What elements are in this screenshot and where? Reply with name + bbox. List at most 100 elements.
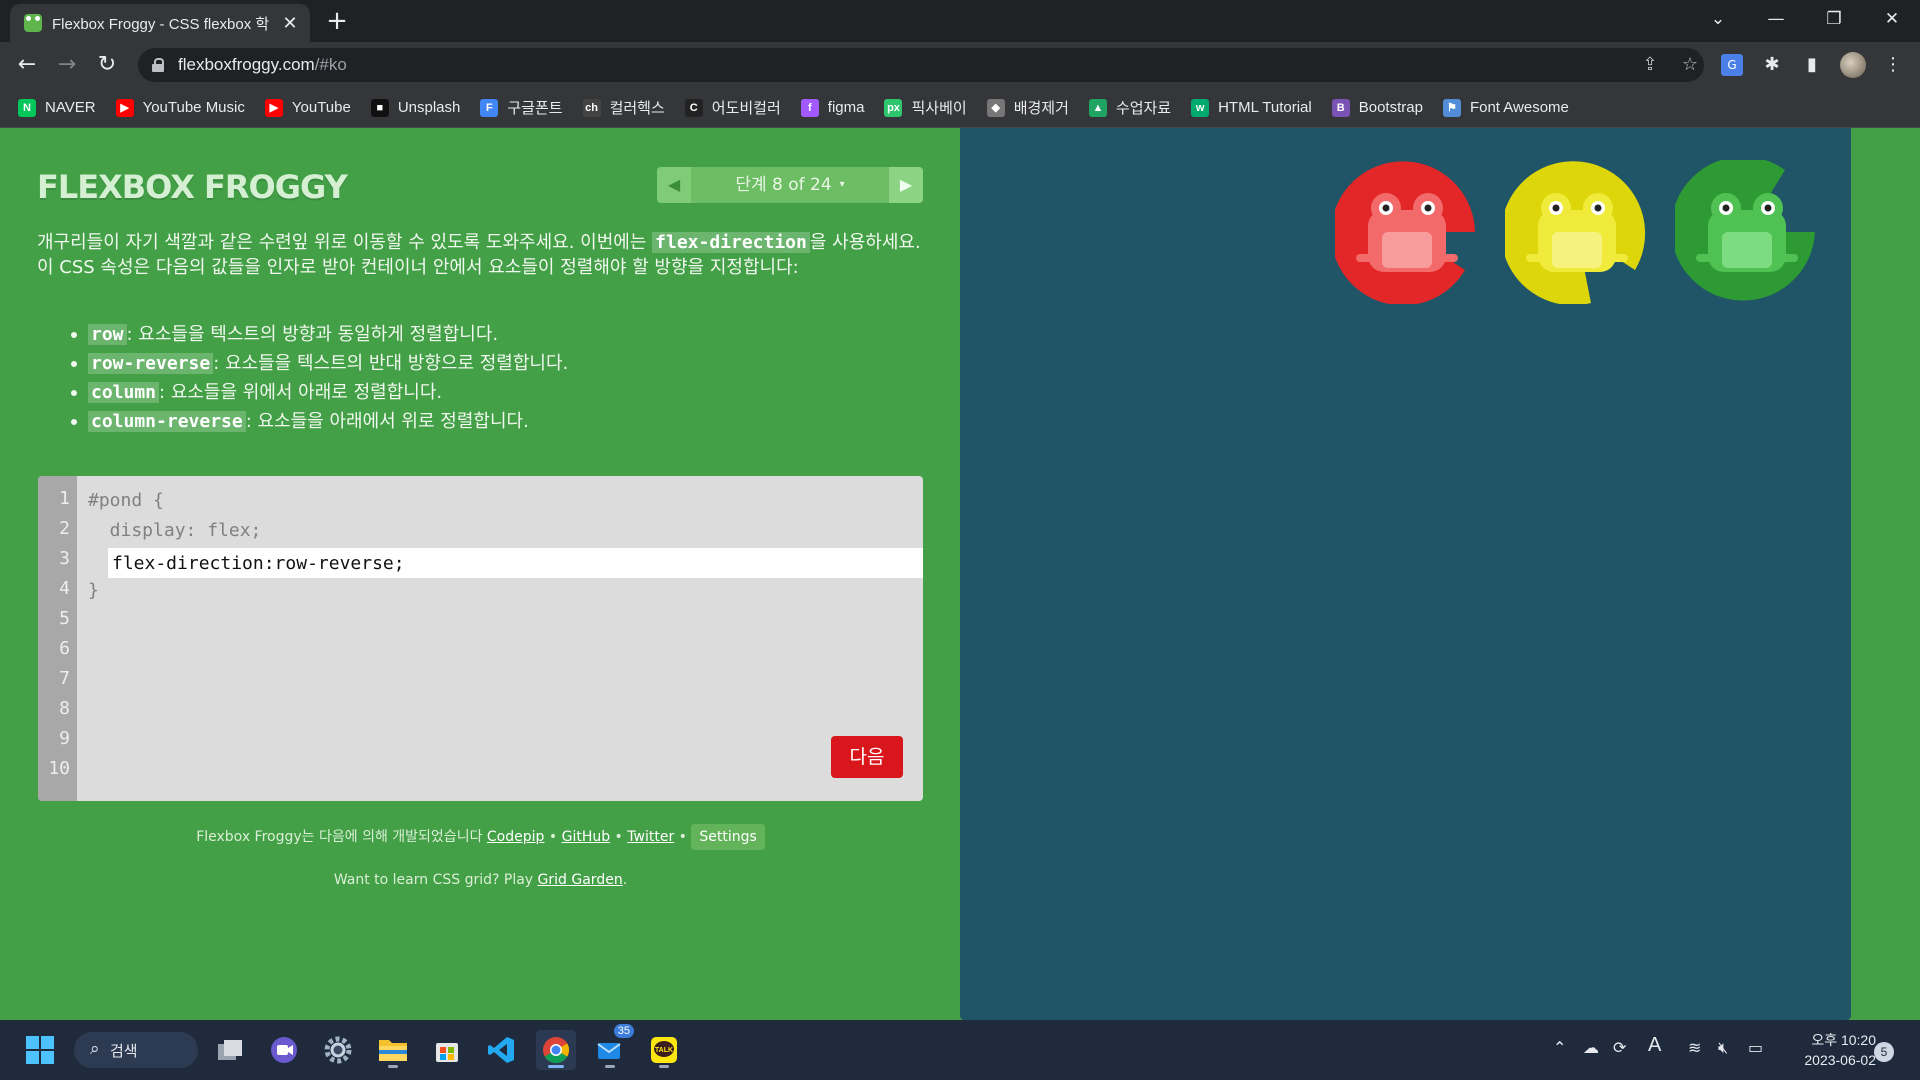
settings-button[interactable]: Settings xyxy=(691,824,765,850)
translate-icon[interactable]: G xyxy=(1721,54,1743,76)
bookmark-item[interactable]: ▶ YouTube xyxy=(264,98,351,117)
grid-garden-link[interactable]: Grid Garden xyxy=(538,872,623,888)
address-bar[interactable]: flexboxfroggy.com/#ko ⇪ ☆ xyxy=(138,48,1704,82)
menu-icon[interactable]: ⋮ xyxy=(1882,54,1904,76)
line-number: 5 xyxy=(59,608,70,629)
promo-suffix: . xyxy=(622,872,628,888)
lock-icon[interactable] xyxy=(152,58,164,72)
bookmark-favicon-icon: ◆ xyxy=(986,98,1005,117)
task-view-icon[interactable] xyxy=(210,1030,250,1070)
vscode-icon[interactable] xyxy=(481,1030,521,1070)
bookmark-label: 수업자료 xyxy=(1115,100,1172,117)
value-desc: : 요소들을 위에서 아래로 정렬합니다. xyxy=(159,382,443,403)
instructions-text-1: 개구리들이 자기 색깔과 같은 수련잎 위로 이동할 수 있도록 도와주세요. … xyxy=(37,232,653,253)
level-indicator[interactable]: 단계 8 of 24 ▾ xyxy=(691,167,889,203)
clock[interactable]: 오후 10:20 2023-06-02 xyxy=(1786,1030,1876,1070)
wifi-icon[interactable]: ≋ xyxy=(1688,1038,1701,1057)
bookmark-item[interactable]: ■ Unsplash xyxy=(370,98,460,117)
bookmark-favicon-icon: ▶ xyxy=(264,98,283,117)
bookmark-item[interactable]: C 어도비컬러 xyxy=(684,97,781,118)
code-line-display: display: flex; xyxy=(88,520,262,541)
close-window-icon[interactable]: ✕ xyxy=(1866,0,1918,38)
windows-start-icon[interactable] xyxy=(20,1030,60,1070)
store-icon[interactable] xyxy=(427,1030,467,1070)
bookmark-item[interactable]: ⚑ Font Awesome xyxy=(1442,98,1569,117)
bookmark-item[interactable]: ▲ 수업자료 xyxy=(1088,97,1172,118)
value-list: row: 요소들을 텍스트의 방향과 동일하게 정렬합니다. row-rever… xyxy=(71,320,908,436)
code-line-selector: #pond { xyxy=(88,490,164,511)
bookmark-label: NAVER xyxy=(45,99,96,116)
bookmark-item[interactable]: N NAVER xyxy=(18,98,96,117)
bookmark-favicon-icon: F xyxy=(480,98,499,117)
list-item: column-reverse: 요소들을 아래에서 위로 정렬합니다. xyxy=(71,407,908,436)
forward-icon[interactable]: → xyxy=(50,48,84,82)
onedrive-icon[interactable]: ☁ xyxy=(1583,1038,1599,1057)
tab-search-icon[interactable]: ⌄ xyxy=(1692,0,1744,38)
bookmark-favicon-icon: B xyxy=(1331,98,1350,117)
chat-icon[interactable] xyxy=(264,1030,304,1070)
star-icon[interactable]: ☆ xyxy=(1678,54,1702,75)
bookmark-item[interactable]: w HTML Tutorial xyxy=(1191,98,1312,117)
prev-level-button[interactable]: ◀ xyxy=(657,167,691,203)
minimize-icon[interactable]: — xyxy=(1750,0,1802,38)
bookmark-favicon-icon: w xyxy=(1191,98,1210,117)
tab-strip: Flexbox Froggy - CSS flexbox 학 ✕ + ⌄ — ❐… xyxy=(0,0,1920,42)
bookmark-label: Font Awesome xyxy=(1469,99,1569,116)
page-content: FLEXBOX FROGGY ◀ 단계 8 of 24 ▾ ▶ 개구리들이 자기 … xyxy=(0,128,1920,1020)
credits-text: Flexbox Froggy는 다음에 의해 개발되었습니다 xyxy=(196,829,487,845)
bookmark-item[interactable]: f figma xyxy=(800,98,864,117)
bookmark-favicon-icon: ch xyxy=(582,98,601,117)
tab-close-icon[interactable]: ✕ xyxy=(280,13,300,34)
bookmark-item[interactable]: px 픽사베이 xyxy=(884,97,967,118)
extensions-icon[interactable]: ✱ xyxy=(1761,54,1783,76)
reload-icon[interactable]: ↻ xyxy=(90,48,124,82)
grid-garden-promo: Want to learn CSS grid? Play Grid Garden… xyxy=(38,872,923,888)
value-code: row-reverse xyxy=(88,353,214,374)
back-icon[interactable]: ← xyxy=(10,48,44,82)
bookmark-item[interactable]: ▶ YouTube Music xyxy=(115,98,245,117)
bookmark-item[interactable]: ch 컬러헥스 xyxy=(582,97,665,118)
twitter-link[interactable]: Twitter xyxy=(627,829,674,845)
codepip-link[interactable]: Codepip xyxy=(487,829,545,845)
file-explorer-icon[interactable] xyxy=(373,1030,413,1070)
tray-overflow-icon[interactable]: ⌃ xyxy=(1553,1038,1566,1057)
bookmark-item[interactable]: F 구글폰트 xyxy=(480,97,563,118)
tab-flexbox-froggy[interactable]: Flexbox Froggy - CSS flexbox 학 ✕ xyxy=(10,4,310,42)
settings-icon[interactable] xyxy=(318,1030,358,1070)
restore-icon[interactable]: ❐ xyxy=(1808,0,1860,38)
sync-icon[interactable]: ⟳ xyxy=(1613,1038,1626,1057)
level-label: 단계 8 of 24 xyxy=(735,175,832,195)
css-answer-input[interactable] xyxy=(108,548,923,578)
bookmark-favicon-icon: C xyxy=(684,98,703,117)
mail-icon[interactable]: 35 xyxy=(590,1024,634,1070)
search-label: 검색 xyxy=(110,1041,138,1060)
browser-toolbar: ← → ↻ flexboxfroggy.com/#ko ⇪ ☆ G ✱ ▮ ⋮ xyxy=(0,42,1920,88)
volume-muted-icon[interactable]: 🔇︎ xyxy=(1718,1038,1728,1058)
bookmark-label: 어도비컬러 xyxy=(711,100,781,117)
bookmark-label: YouTube Music xyxy=(142,99,245,116)
ime-indicator[interactable]: A xyxy=(1648,1034,1661,1057)
kakaotalk-icon[interactable]: TALK xyxy=(644,1030,684,1070)
value-code: column-reverse xyxy=(88,411,246,432)
next-level-button[interactable]: ▶ xyxy=(889,167,923,203)
line-number: 3 xyxy=(59,548,70,569)
notification-badge[interactable]: 5 xyxy=(1874,1042,1894,1062)
battery-icon[interactable]: ▭ xyxy=(1748,1038,1763,1057)
keyword-flex-direction: flex-direction xyxy=(652,232,810,253)
bookmark-item[interactable]: B Bootstrap xyxy=(1331,98,1423,117)
new-tab-button[interactable]: + xyxy=(322,6,352,36)
url-host: flexboxfroggy.com xyxy=(178,55,315,74)
bookmark-label: 구글폰트 xyxy=(507,100,563,117)
sidepanel-icon[interactable]: ▮ xyxy=(1801,54,1823,76)
separator: • xyxy=(610,829,628,845)
taskbar-search[interactable]: ⌕ 검색 xyxy=(74,1032,198,1068)
frog-red xyxy=(1356,193,1458,272)
value-code: row xyxy=(88,324,127,345)
next-button[interactable]: 다음 xyxy=(831,736,903,778)
github-link[interactable]: GitHub xyxy=(562,829,611,845)
value-code: column xyxy=(88,382,160,403)
chrome-icon[interactable] xyxy=(536,1030,576,1070)
bookmark-item[interactable]: ◆ 배경제거 xyxy=(986,97,1069,118)
share-icon[interactable]: ⇪ xyxy=(1638,54,1662,75)
profile-avatar[interactable] xyxy=(1840,52,1866,78)
